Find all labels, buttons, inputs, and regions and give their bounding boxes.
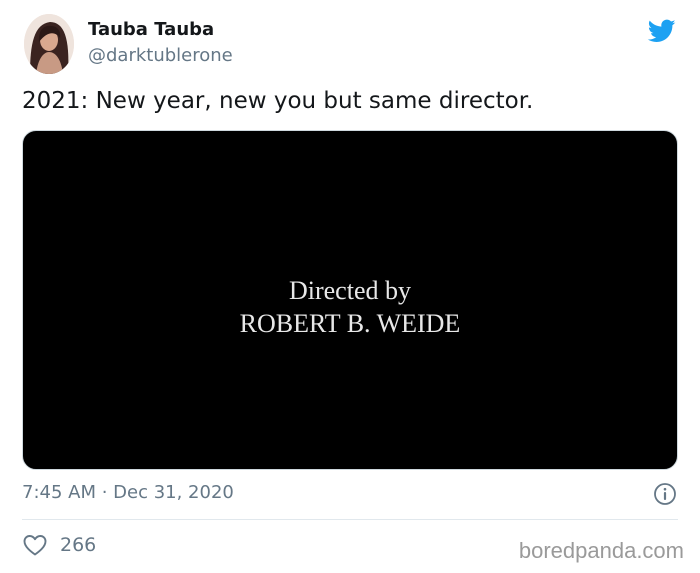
media-caption-line2: ROBERT B. WEIDE <box>239 309 461 338</box>
display-name[interactable]: Tauba Tauba <box>88 19 214 40</box>
username-handle[interactable]: @darktublerone <box>88 45 233 66</box>
tweet-text: 2021: New year, new you but same directo… <box>22 88 534 114</box>
like-count: 266 <box>60 534 97 556</box>
tweet-timestamp[interactable]: 7:45 AM · Dec 31, 2020 <box>22 482 234 503</box>
tweet-media-image[interactable]: Directed by ROBERT B. WEIDE <box>22 130 678 470</box>
watermark: boredpanda.com <box>518 538 684 563</box>
info-icon[interactable] <box>653 482 677 506</box>
twitter-bird-icon[interactable] <box>646 17 678 45</box>
avatar[interactable] <box>24 14 74 74</box>
divider <box>22 519 678 520</box>
media-caption-line1: Directed by <box>288 276 411 305</box>
like-button[interactable]: 266 <box>22 531 96 559</box>
heart-icon[interactable] <box>22 533 48 557</box>
